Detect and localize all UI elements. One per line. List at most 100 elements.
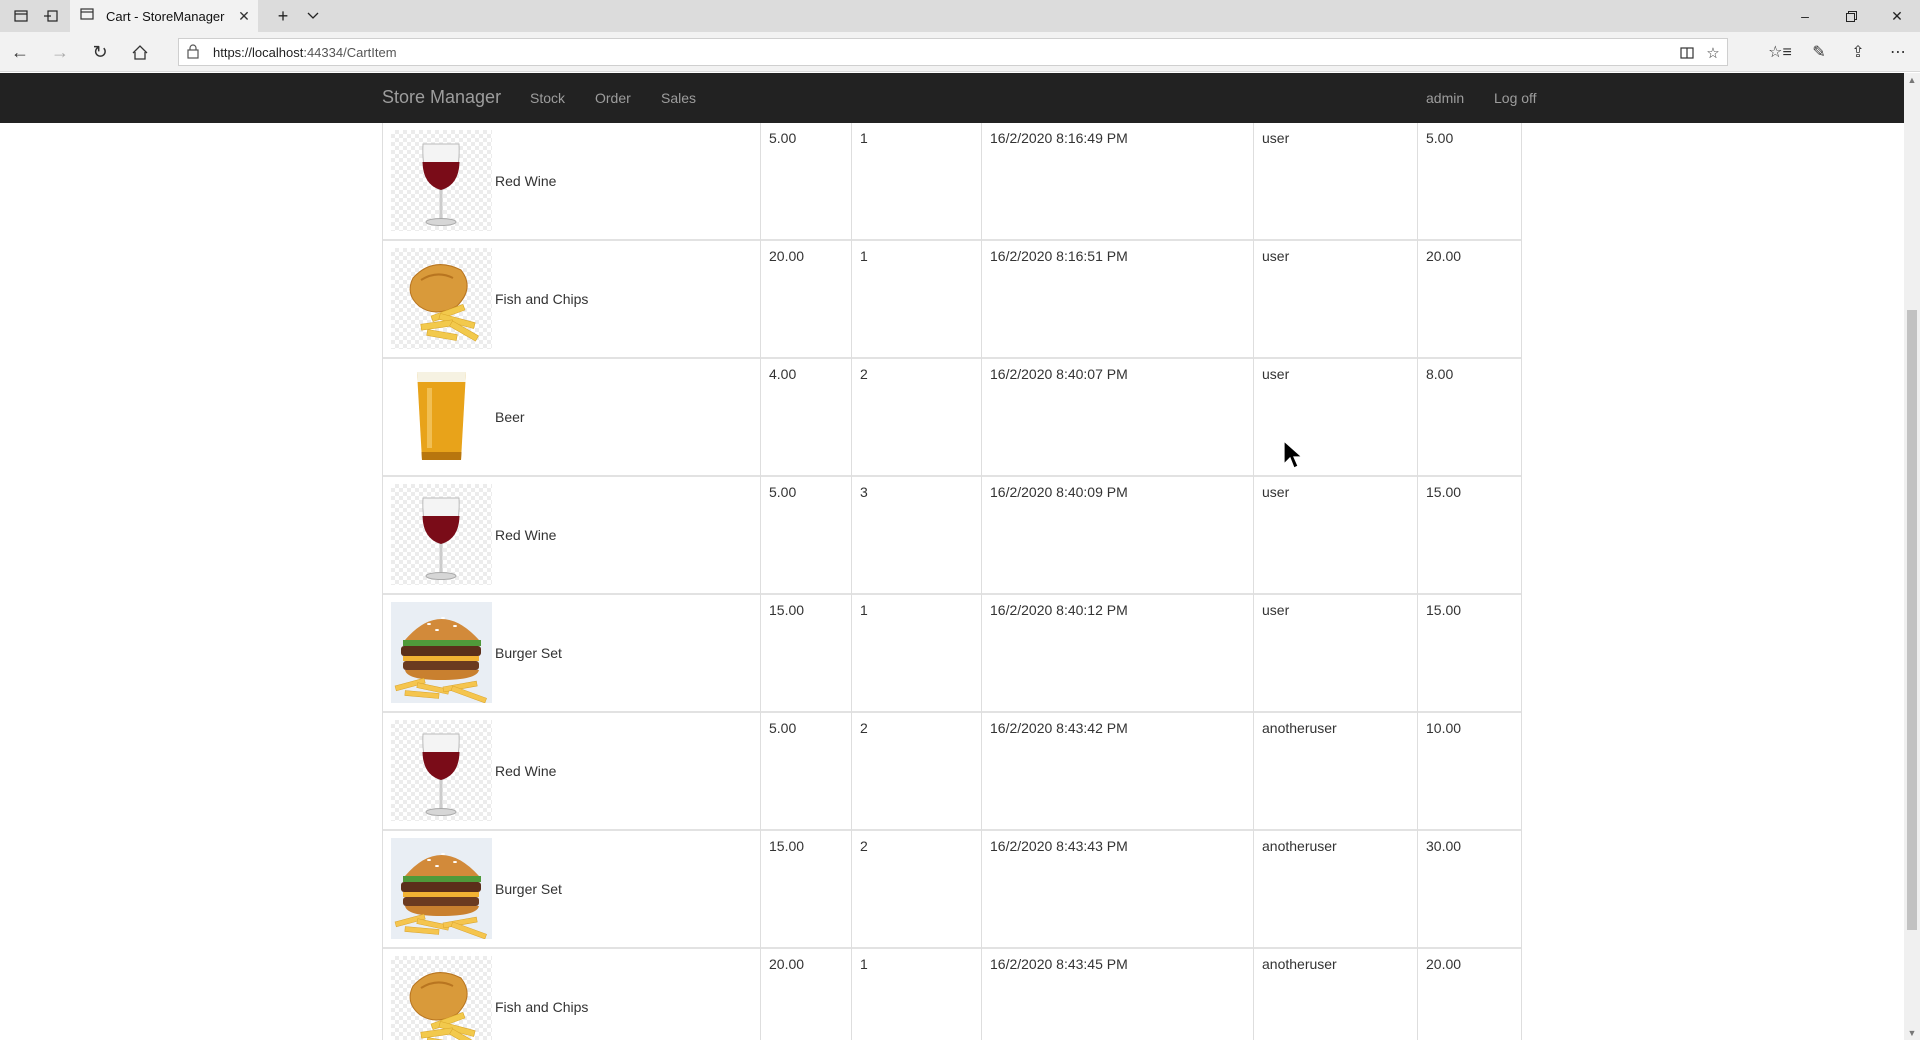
cell-date: 16/2/2020 8:16:51 PM (981, 241, 1253, 359)
minimize-icon[interactable]: – (1782, 0, 1828, 32)
price-value: 15.00 (769, 838, 805, 854)
nav-user-admin[interactable]: admin (1426, 90, 1464, 106)
scroll-up-arrow-icon[interactable]: ▲ (1904, 73, 1920, 87)
price-value: 15.00 (769, 602, 805, 618)
nav-link-order[interactable]: Order (595, 90, 631, 106)
user-value: anotheruser (1262, 838, 1337, 854)
url-input[interactable]: https://localhost:44334/CartItem ☆ (178, 38, 1728, 66)
price-value: 5.00 (769, 484, 797, 500)
cell-total: 15.00 (1417, 477, 1522, 595)
table-row: Fish and Chips 20.00 1 16/2/2020 8:43:45… (382, 949, 1522, 1040)
favorites-hub-icon[interactable]: ☆≡ (1764, 36, 1796, 68)
cell-date: 16/2/2020 8:43:42 PM (981, 713, 1253, 831)
scroll-down-arrow-icon[interactable]: ▼ (1904, 1026, 1920, 1040)
product-name: Beer (495, 409, 525, 425)
cell-product: Burger Set (382, 595, 760, 713)
cell-quantity: 1 (851, 123, 981, 241)
user-value: user (1262, 366, 1290, 382)
back-icon[interactable]: ← (4, 36, 36, 68)
close-tab-icon[interactable]: ✕ (236, 8, 252, 24)
cell-user: anotheruser (1253, 713, 1417, 831)
log-off-link[interactable]: Log off (1494, 90, 1537, 106)
page-icon (80, 7, 94, 25)
total-value: 15.00 (1426, 602, 1462, 618)
date-value: 16/2/2020 8:16:51 PM (990, 248, 1128, 264)
user-value: user (1262, 248, 1290, 264)
date-value: 16/2/2020 8:16:49 PM (990, 130, 1128, 146)
cell-price: 5.00 (760, 477, 851, 595)
share-icon[interactable]: ⇪ (1842, 36, 1874, 68)
cell-price: 15.00 (760, 595, 851, 713)
browser-tab-bar: Cart - StoreManager ✕ + – ✕ (0, 0, 1920, 32)
table-row: Red Wine 5.00 1 16/2/2020 8:16:49 PM use… (382, 123, 1522, 241)
cell-user: user (1253, 477, 1417, 595)
nav-link-sales[interactable]: Sales (661, 90, 696, 106)
beer-glass-icon (391, 366, 492, 467)
url-text: https://localhost:44334/CartItem (213, 45, 397, 60)
cell-product: Red Wine (382, 713, 760, 831)
user-value: user (1262, 602, 1290, 618)
tab-actions-icon[interactable] (6, 0, 36, 32)
cell-user: anotheruser (1253, 949, 1417, 1040)
restore-icon[interactable] (1828, 0, 1874, 32)
cell-user: user (1253, 359, 1417, 477)
cell-product: Fish and Chips (382, 949, 760, 1040)
cell-quantity: 1 (851, 949, 981, 1040)
reading-view-icon[interactable] (1675, 43, 1699, 63)
total-value: 8.00 (1426, 366, 1454, 382)
more-menu-icon[interactable]: ⋯ (1882, 36, 1914, 68)
cell-total: 10.00 (1417, 713, 1522, 831)
tab-list-chevron-icon[interactable] (300, 0, 326, 32)
cell-product: Fish and Chips (382, 241, 760, 359)
cell-total: 15.00 (1417, 595, 1522, 713)
web-note-pen-icon[interactable]: ✎ (1803, 36, 1835, 68)
brand-link[interactable]: Store Manager (382, 87, 501, 108)
home-icon[interactable] (124, 36, 156, 68)
cart-items-table: Red Wine 5.00 1 16/2/2020 8:16:49 PM use… (382, 123, 1522, 1040)
favorite-star-icon[interactable]: ☆ (1701, 43, 1725, 63)
cell-product: Red Wine (382, 123, 760, 241)
cell-product: Red Wine (382, 477, 760, 595)
date-value: 16/2/2020 8:43:42 PM (990, 720, 1128, 736)
date-value: 16/2/2020 8:40:07 PM (990, 366, 1128, 382)
product-name: Red Wine (495, 527, 557, 543)
url-host: https://localhost (213, 45, 304, 60)
tab-cart-storemanager[interactable]: Cart - StoreManager ✕ (70, 0, 258, 32)
cell-date: 16/2/2020 8:40:12 PM (981, 595, 1253, 713)
user-value: anotheruser (1262, 720, 1337, 736)
scrollbar-thumb[interactable] (1907, 310, 1917, 930)
cell-price: 5.00 (760, 713, 851, 831)
quantity-value: 1 (860, 602, 868, 618)
tab-title: Cart - StoreManager (106, 8, 225, 24)
quantity-value: 3 (860, 484, 868, 500)
table-row: Burger Set 15.00 1 16/2/2020 8:40:12 PM … (382, 595, 1522, 713)
wine-glass-icon (391, 720, 492, 821)
nav-link-stock[interactable]: Stock (530, 90, 565, 106)
close-window-icon[interactable]: ✕ (1874, 0, 1920, 32)
user-value: user (1262, 484, 1290, 500)
cell-quantity: 2 (851, 359, 981, 477)
date-value: 16/2/2020 8:40:12 PM (990, 602, 1128, 618)
product-name: Burger Set (495, 645, 562, 661)
table-row: Fish and Chips 20.00 1 16/2/2020 8:16:51… (382, 241, 1522, 359)
cell-price: 15.00 (760, 831, 851, 949)
forward-icon[interactable]: → (44, 36, 76, 68)
cell-user: user (1253, 595, 1417, 713)
quantity-value: 2 (860, 366, 868, 382)
cell-quantity: 3 (851, 477, 981, 595)
date-value: 16/2/2020 8:43:45 PM (990, 956, 1128, 972)
quantity-value: 2 (860, 720, 868, 736)
refresh-icon[interactable]: ↻ (84, 36, 116, 68)
set-aside-tabs-icon[interactable] (36, 0, 66, 32)
new-tab-icon[interactable]: + (270, 0, 296, 32)
date-value: 16/2/2020 8:40:09 PM (990, 484, 1128, 500)
fish-and-chips-icon (391, 956, 492, 1040)
site-navbar: Store Manager Stock Order Sales admin Lo… (0, 73, 1904, 123)
cell-quantity: 2 (851, 713, 981, 831)
table-row: Red Wine 5.00 2 16/2/2020 8:43:42 PM ano… (382, 713, 1522, 831)
product-name: Red Wine (495, 173, 557, 189)
burger-set-icon (391, 602, 492, 704)
cell-user: user (1253, 123, 1417, 241)
vertical-scrollbar[interactable]: ▲ ▼ (1904, 73, 1920, 1040)
table-row: Red Wine 5.00 3 16/2/2020 8:40:09 PM use… (382, 477, 1522, 595)
